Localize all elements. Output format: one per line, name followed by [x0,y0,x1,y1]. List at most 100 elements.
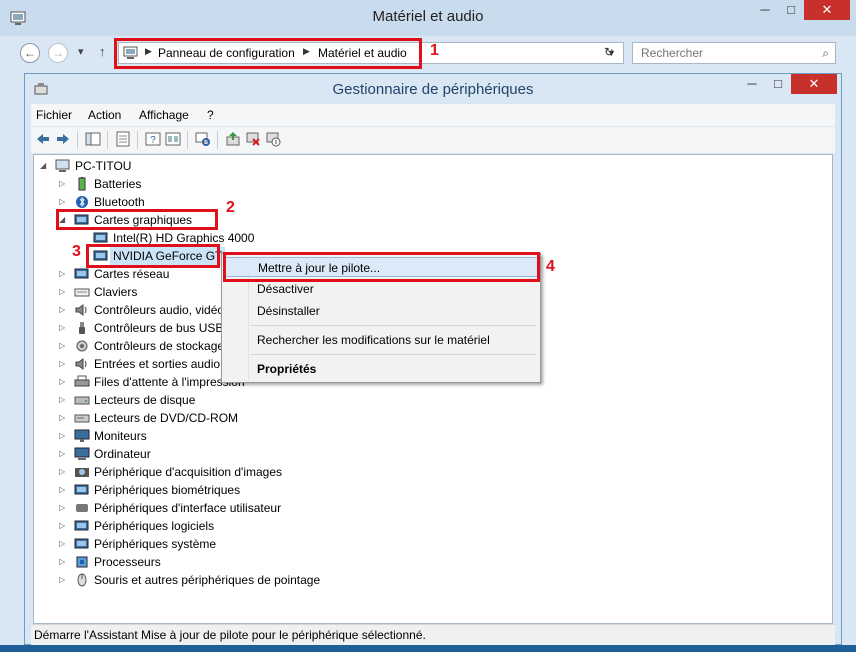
collapsed-arrow-icon[interactable]: ▷ [59,373,65,391]
collapsed-arrow-icon[interactable]: ▷ [59,175,65,193]
inner-title-bar[interactable]: Gestionnaire de périphériques ─ □ ✕ [25,74,841,104]
annotation-number-1: 1 [430,42,439,59]
recent-locations-icon[interactable]: ▾ [78,45,84,58]
collapsed-arrow-icon[interactable]: ▷ [59,319,65,337]
collapsed-arrow-icon[interactable]: ▷ [59,301,65,319]
uninstall-icon[interactable] [245,131,261,147]
bluetooth-icon [76,196,88,208]
collapsed-arrow-icon[interactable]: ▷ [59,355,65,373]
inner-maximize-button[interactable]: □ [765,74,791,94]
system-device-icon [74,538,89,549]
menu-action[interactable]: Action [88,108,121,122]
tree-item-label: Souris et autres périphériques de pointa… [94,573,321,587]
menu-item-label: Désinstaller [257,304,320,318]
properties-icon[interactable] [115,131,131,147]
collapsed-arrow-icon[interactable]: ▷ [59,571,65,589]
collapsed-arrow-icon[interactable]: ▷ [59,481,65,499]
tree-item-label: Contrôleurs audio, vidéo [94,303,225,317]
tree-item-label: Processeurs [94,555,161,569]
tree-item-label: Périphériques logiciels [94,519,215,533]
disable-device-icon[interactable] [265,131,281,147]
collapsed-arrow-icon[interactable]: ▷ [59,427,65,445]
expanded-arrow-icon[interactable]: ◢ [40,157,46,175]
search-icon[interactable]: ⌕ [822,46,829,61]
menu-affichage[interactable]: Affichage [139,108,189,122]
outer-title-bar[interactable]: Matériel et audio ─ □ ✕ [0,0,856,36]
outer-window-title: Matériel et audio [372,8,484,25]
collapsed-arrow-icon[interactable]: ▷ [59,463,65,481]
tree-item-label: Périphériques d'interface utilisateur [94,501,282,515]
menu-item-properties[interactable]: Propriétés [224,359,538,379]
tree-item-label: Moniteurs [94,429,147,443]
forward-button[interactable]: → [48,43,68,63]
battery-icon [78,177,86,191]
biometric-icon [74,484,89,495]
back-arrow-icon[interactable] [35,131,51,147]
inner-minimize-button[interactable]: ─ [739,74,765,94]
tree-item-label: Ordinateur [94,447,151,461]
usb-icon [79,322,85,334]
toolbar: ? [31,126,835,153]
printer-icon [74,375,90,387]
annotation-box-3 [86,244,220,268]
menu-help[interactable]: ? [207,108,214,122]
tree-item-label: Lecteurs de DVD/CD-ROM [94,411,239,425]
menu-item-disable[interactable]: Désactiver [224,279,538,299]
collapsed-arrow-icon[interactable]: ▷ [59,535,65,553]
tree-item-label: Batteries [94,177,142,191]
collapsed-arrow-icon[interactable]: ▷ [59,391,65,409]
search-input[interactable] [641,46,811,60]
keyboard-icon [74,288,90,297]
menu-item-scan-hardware[interactable]: Rechercher les modifications sur le maté… [224,330,538,350]
processor-icon [76,556,88,568]
tree-item-label: Lecteurs de disque [94,393,196,407]
collapsed-arrow-icon[interactable]: ▷ [59,445,65,463]
annotation-box-4 [223,252,540,282]
view-icon[interactable] [165,131,181,147]
tree-item-label: Contrôleurs de bus USB [94,321,224,335]
status-bar: Démarre l'Assistant Mise à jour de pilot… [31,624,835,645]
status-text: Démarre l'Assistant Mise à jour de pilot… [34,628,426,642]
speaker-icon [75,358,87,370]
computer-icon [55,159,70,172]
menu-fichier[interactable]: Fichier [36,108,72,122]
menu-item-label: Désactiver [257,282,314,296]
outer-minimize-button[interactable]: ─ [752,0,778,20]
dvd-drive-icon [74,414,90,423]
inner-window-title: Gestionnaire de périphériques [332,81,534,98]
collapsed-arrow-icon[interactable]: ▷ [59,553,65,571]
refresh-icon[interactable]: ↻ [604,45,614,59]
help-icon[interactable]: ? [145,131,161,147]
collapsed-arrow-icon[interactable]: ▷ [59,499,65,517]
menu-item-label: Rechercher les modifications sur le maté… [257,333,490,347]
annotation-number-2: 2 [226,199,235,216]
display-adapter-icon [93,232,108,243]
camera-icon [75,468,89,477]
show-hide-tree-icon[interactable] [85,131,101,147]
update-driver-icon[interactable] [225,131,241,147]
tree-root-label: PC-TITOU [75,159,132,173]
forward-arrow-icon[interactable] [55,131,71,147]
speaker-icon [75,304,87,316]
collapsed-arrow-icon[interactable]: ▷ [59,517,65,535]
search-box[interactable]: ⌕ [632,42,836,64]
hid-icon [76,504,88,512]
outer-close-button[interactable]: ✕ [804,0,850,20]
outer-maximize-button[interactable]: □ [778,0,804,20]
annotation-number-3: 3 [72,243,81,260]
scan-hardware-icon[interactable] [195,131,211,147]
taskbar [0,645,856,652]
menu-bar: Fichier Action Affichage ? [31,104,835,126]
collapsed-arrow-icon[interactable]: ▷ [59,409,65,427]
inner-close-button[interactable]: ✕ [791,74,837,94]
tree-item-label: Périphériques biométriques [94,483,241,497]
network-adapter-icon [74,268,89,279]
collapsed-arrow-icon[interactable]: ▷ [59,265,65,283]
up-arrow-icon[interactable]: ↑ [99,44,106,59]
back-button[interactable]: ← [20,43,40,63]
collapsed-arrow-icon[interactable]: ▷ [59,337,65,355]
tree-item-label: Claviers [94,285,138,299]
svg-text:?: ? [150,135,156,146]
menu-item-uninstall[interactable]: Désinstaller [224,301,538,321]
collapsed-arrow-icon[interactable]: ▷ [59,283,65,301]
